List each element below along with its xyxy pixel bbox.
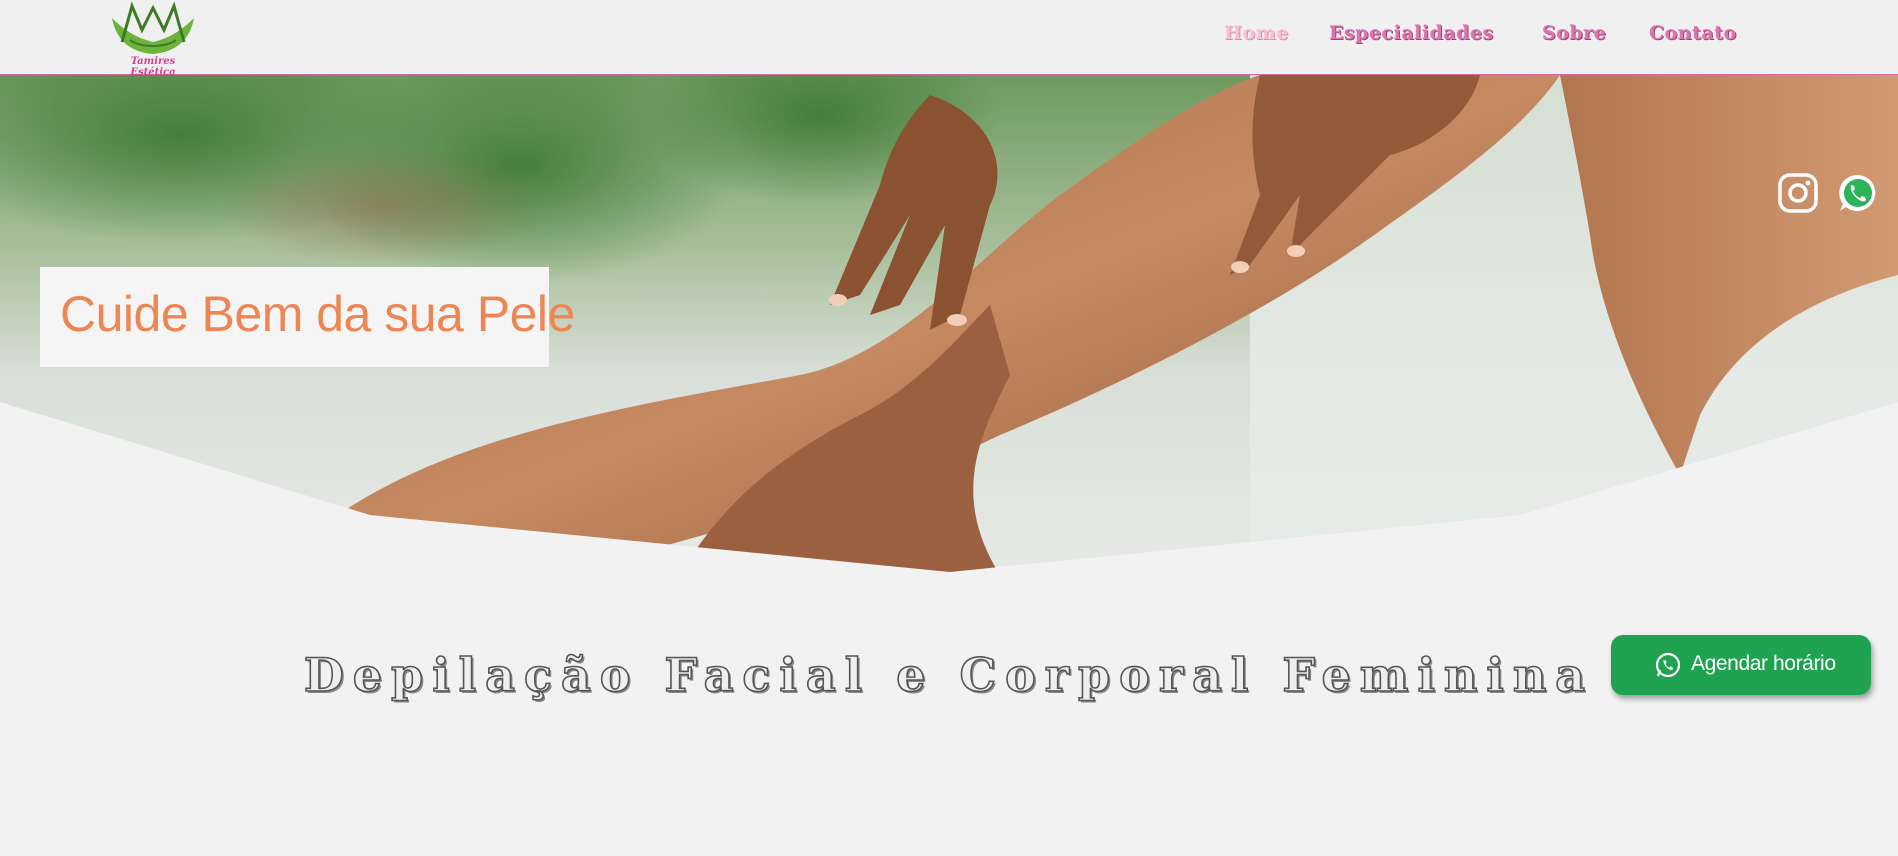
nav-especialidades[interactable]: Especialidades xyxy=(1329,22,1494,44)
nav-sobre[interactable]: Sobre xyxy=(1542,22,1606,44)
instagram-icon[interactable] xyxy=(1778,173,1818,213)
nav-contato[interactable]: Contato xyxy=(1649,22,1737,44)
schedule-button-label: Agendar horário xyxy=(1691,652,1836,675)
schedule-button[interactable]: Agendar horário xyxy=(1611,635,1871,695)
site-header: Tamires Estética Home Especialidades Sob… xyxy=(0,0,1898,78)
nav-home[interactable]: Home xyxy=(1224,22,1289,44)
whatsapp-icon xyxy=(1655,652,1681,678)
hero-headline: Cuide Bem da sua Pele xyxy=(60,286,575,342)
hero-banner: Cuide Bem da sua Pele xyxy=(0,75,1898,575)
logo[interactable]: Tamires Estética xyxy=(110,0,196,78)
whatsapp-icon[interactable] xyxy=(1838,173,1878,213)
logo-leaves-icon xyxy=(112,1,194,54)
headline-box: Cuide Bem da sua Pele xyxy=(40,267,575,367)
